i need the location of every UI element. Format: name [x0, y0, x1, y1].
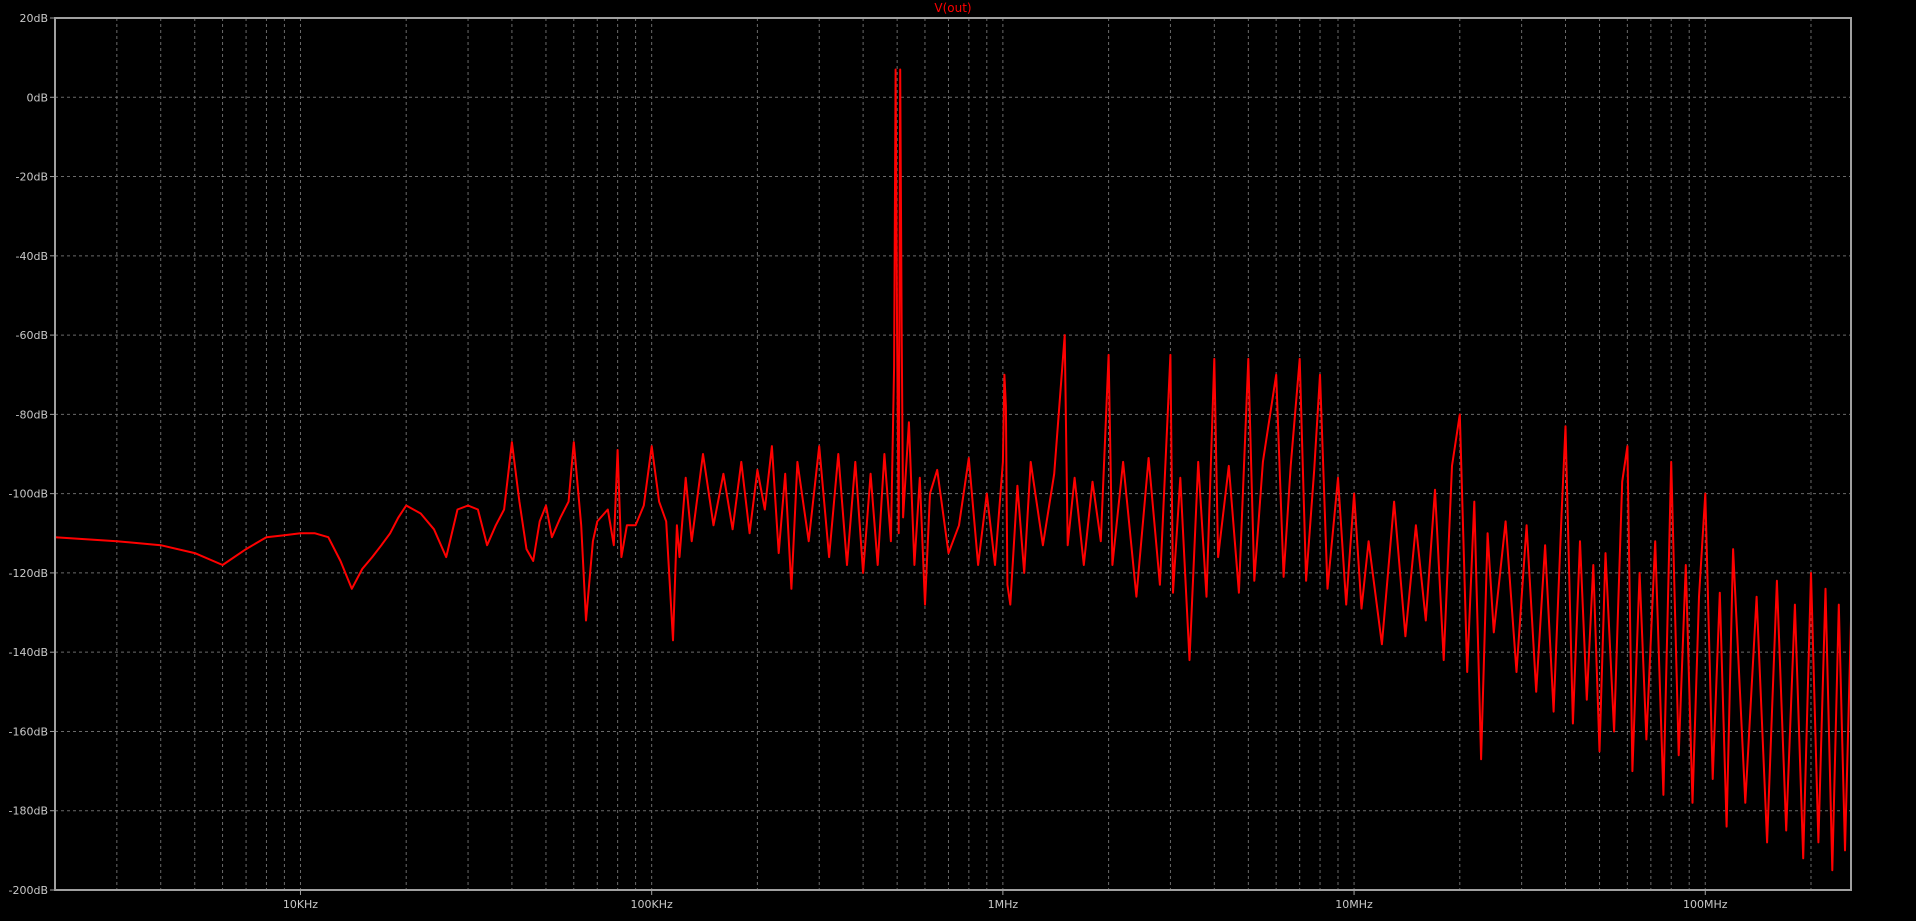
x-tick-label: 100MHz — [1683, 898, 1728, 911]
y-tick-label: -60dB — [16, 329, 49, 342]
x-tick-label: 10MHz — [1335, 898, 1373, 911]
x-tick-label: 1MHz — [988, 898, 1019, 911]
plot-background — [0, 0, 1916, 917]
y-tick-label: -180dB — [9, 805, 49, 818]
y-tick-label: -140dB — [9, 646, 49, 659]
y-tick-label: -200dB — [9, 884, 49, 897]
chart-title[interactable]: V(out) — [934, 1, 971, 15]
y-tick-label: 0dB — [26, 91, 48, 104]
y-tick-label: -80dB — [16, 408, 49, 421]
y-tick-label: -100dB — [9, 488, 49, 501]
fft-plot-svg: 20dB 0dB -20dB -40dB -60dB -80dB -100dB -120dB -… — [0, 0, 1916, 917]
y-tick-label: 20dB — [19, 12, 48, 25]
x-tick-label: 100KHz — [631, 898, 673, 911]
x-tick-label: 10KHz — [283, 898, 318, 911]
y-tick-label: -20dB — [16, 171, 49, 184]
y-tick-label: -40dB — [16, 250, 49, 263]
fft-plot-window: 20dB 0dB -20dB -40dB -60dB -80dB -100dB -120dB -… — [0, 0, 1916, 917]
y-tick-label: -160dB — [9, 725, 49, 738]
y-tick-label: -120dB — [9, 567, 49, 580]
